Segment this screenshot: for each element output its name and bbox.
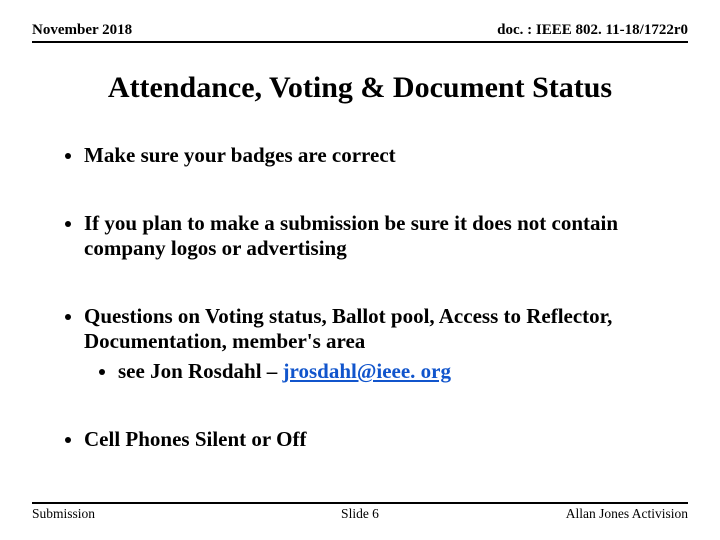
header-date: November 2018 xyxy=(32,22,132,39)
header-doc-id: doc. : IEEE 802. 11-18/1722r0 xyxy=(497,22,688,39)
slide: November 2018 doc. : IEEE 802. 11-18/172… xyxy=(0,0,720,540)
header-bar: November 2018 doc. : IEEE 802. 11-18/172… xyxy=(32,22,688,43)
sub-bullet-prefix: see Jon Rosdahl – xyxy=(118,359,283,383)
footer-author: Allan Jones Activision xyxy=(566,506,688,522)
footer-slide-number: Slide 6 xyxy=(341,506,379,522)
contact-email-link[interactable]: jrosdahl@ieee. org xyxy=(283,359,451,383)
bullet-item: Cell Phones Silent or Off xyxy=(84,427,688,453)
bullet-text: Questions on Voting status, Ballot pool,… xyxy=(84,304,612,354)
sub-bullet-item: see Jon Rosdahl – jrosdahl@ieee. org xyxy=(118,359,688,385)
footer-left: Submission xyxy=(32,506,95,522)
bullet-item: Questions on Voting status, Ballot pool,… xyxy=(84,304,688,385)
sub-bullet-list: see Jon Rosdahl – jrosdahl@ieee. org xyxy=(84,359,688,385)
slide-title: Attendance, Voting & Document Status xyxy=(32,71,688,105)
bullet-list: Make sure your badges are correct If you… xyxy=(32,143,688,452)
bullet-item: If you plan to make a submission be sure… xyxy=(84,211,688,262)
footer-bar: Submission Slide 6 Allan Jones Activisio… xyxy=(32,502,688,522)
bullet-item: Make sure your badges are correct xyxy=(84,143,688,169)
